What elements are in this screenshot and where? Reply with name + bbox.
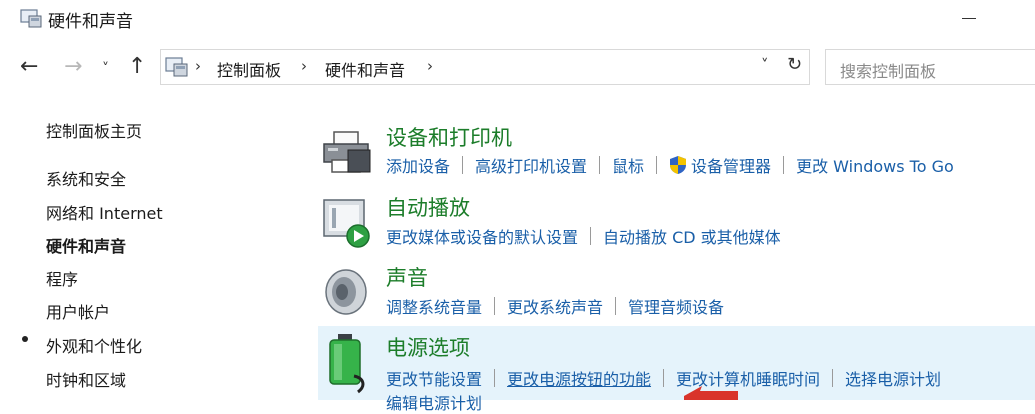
nav-user-accounts[interactable]: 用户帐户: [46, 299, 110, 323]
printer-icon: [323, 131, 371, 173]
sound-links: 调整系统音量 更改系统声音 管理音频设备: [386, 294, 724, 318]
link-separator: [494, 297, 496, 315]
recent-locations-button[interactable]: ˅: [102, 58, 109, 80]
link-separator: [494, 369, 496, 387]
nav-hardware-sound[interactable]: 硬件和声音: [46, 233, 126, 257]
control-panel-icon: [165, 57, 188, 77]
up-button[interactable]: ↑: [128, 56, 146, 78]
window-title: 硬件和声音: [48, 12, 133, 32]
nav-appearance[interactable]: 外观和个性化: [46, 333, 142, 357]
link-separator: [656, 156, 658, 174]
change-windows-to-go-link[interactable]: 更改 Windows To Go: [796, 153, 954, 177]
link-separator: [663, 369, 665, 387]
add-device-link[interactable]: 添加设备: [386, 153, 450, 177]
advanced-printer-settings-link[interactable]: 高级打印机设置: [475, 153, 587, 177]
speaker-icon: [325, 269, 367, 315]
link-separator: [590, 227, 592, 245]
change-power-saving-link[interactable]: 更改节能设置: [386, 366, 482, 390]
link-separator: [599, 156, 601, 174]
link-separator: [462, 156, 464, 174]
forward-button[interactable]: →: [64, 56, 82, 78]
navigation-toolbar: ← → ˅ ↑ › 控制面板 › 硬件和声音 › ˅ ↻ 搜索控制面板: [0, 44, 1035, 90]
manage-audio-devices-link[interactable]: 管理音频设备: [628, 294, 724, 318]
nav-control-panel-home[interactable]: 控制面板主页: [46, 118, 142, 142]
devices-links: 添加设备 高级打印机设置 鼠标 设备管理器 更改 Windows To Go: [386, 153, 954, 177]
address-bar[interactable]: › 控制面板 › 硬件和声音 › ˅ ↻: [160, 49, 810, 85]
search-input[interactable]: 搜索控制面板: [825, 49, 1035, 85]
edit-power-plan-link[interactable]: 编辑电源计划: [386, 390, 482, 414]
link-separator: [615, 297, 617, 315]
search-placeholder: 搜索控制面板: [840, 62, 937, 81]
link-separator: [832, 369, 834, 387]
adjust-volume-link[interactable]: 调整系统音量: [386, 294, 482, 318]
autoplay-links: 更改媒体或设备的默认设置 自动播放 CD 或其他媒体: [386, 224, 781, 248]
category-power-options: 电源选项 更改节能设置 更改电源按钮的功能 更改计算机睡眠时间 选择电源计划 编…: [318, 326, 1035, 413]
breadcrumb-hardware-sound[interactable]: 硬件和声音: [325, 57, 405, 81]
link-separator: [783, 156, 785, 174]
minimize-button[interactable]: [962, 18, 976, 19]
category-title[interactable]: 声音: [386, 262, 428, 292]
chevron-down-icon[interactable]: ˅: [761, 56, 769, 74]
title-bar: 硬件和声音: [0, 0, 1035, 40]
choose-power-plan-link[interactable]: 选择电源计划: [845, 366, 941, 390]
breadcrumb-control-panel[interactable]: 控制面板: [217, 57, 281, 81]
left-nav: 控制面板主页 系统和安全 网络和 Internet 硬件和声音 程序 用户帐户 …: [0, 100, 300, 400]
category-title[interactable]: 自动播放: [386, 192, 470, 222]
category-devices-printers: 设备和打印机 添加设备 高级打印机设置 鼠标 设备管理器 更改 Windows …: [318, 118, 1035, 184]
refresh-icon[interactable]: ↻: [787, 54, 802, 75]
power-links-row2: 编辑电源计划: [386, 390, 482, 414]
change-system-sounds-link[interactable]: 更改系统声音: [507, 294, 603, 318]
change-power-button-link[interactable]: 更改电源按钮的功能: [507, 366, 651, 390]
nav-network-internet[interactable]: 网络和 Internet: [46, 200, 163, 224]
back-button[interactable]: ←: [20, 56, 38, 78]
control-panel-icon: [20, 9, 42, 28]
category-autoplay: 自动播放 更改媒体或设备的默认设置 自动播放 CD 或其他媒体: [318, 188, 1035, 254]
uac-shield-icon: [670, 156, 687, 174]
battery-icon: [329, 334, 365, 394]
power-links: 更改节能设置 更改电源按钮的功能 更改计算机睡眠时间 选择电源计划: [386, 366, 941, 390]
mouse-link[interactable]: 鼠标: [612, 153, 644, 177]
change-media-defaults-link[interactable]: 更改媒体或设备的默认设置: [386, 224, 578, 248]
category-title[interactable]: 设备和打印机: [386, 122, 512, 152]
nav-programs[interactable]: 程序: [46, 266, 78, 290]
annotation-arrow: [684, 386, 738, 400]
category-sound: 声音 调整系统音量 更改系统声音 管理音频设备: [318, 258, 1035, 322]
current-item-bullet: [22, 336, 28, 342]
device-manager-link[interactable]: 设备管理器: [691, 153, 771, 177]
breadcrumb-separator: ›: [195, 57, 201, 75]
nav-system-security[interactable]: 系统和安全: [46, 166, 126, 190]
breadcrumb-separator[interactable]: ›: [427, 57, 433, 75]
nav-clock-region[interactable]: 时钟和区域: [46, 367, 126, 391]
autoplay-icon: [323, 199, 370, 248]
autoplay-cd-link[interactable]: 自动播放 CD 或其他媒体: [603, 224, 781, 248]
breadcrumb-separator[interactable]: ›: [301, 57, 307, 75]
category-title[interactable]: 电源选项: [386, 332, 470, 362]
